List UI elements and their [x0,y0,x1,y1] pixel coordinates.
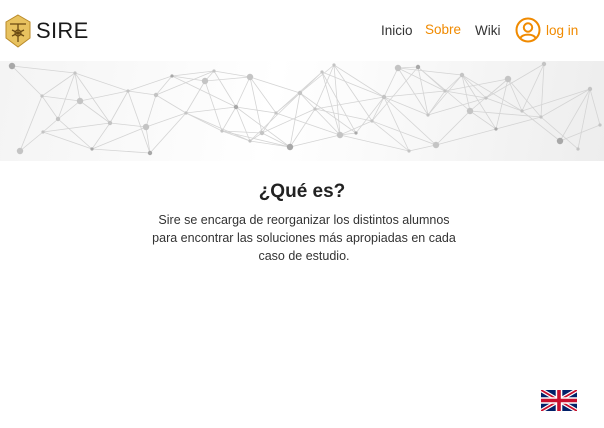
logo-home-link[interactable]: SIRE [4,14,89,48]
hero-banner [0,61,604,161]
login-button[interactable]: log in [515,17,578,43]
language-toggle[interactable] [541,390,577,411]
nav-sobre[interactable]: Sobre [425,22,461,37]
nav-wiki[interactable]: Wiki [475,23,501,38]
brand-name: SIRE [36,18,89,43]
uk-flag-icon [541,390,577,411]
about-description: Sire se encarga de reorganizar los disti… [152,213,456,263]
sire-logo-icon [5,14,31,48]
login-label: log in [546,22,579,38]
site-header: SIRE Inicio Sobre Wiki log in [0,0,604,62]
nav-inicio[interactable]: Inicio [381,23,413,38]
user-circle-icon [515,17,541,43]
about-title: ¿Qué es? [258,181,346,202]
network-graph-pattern [8,61,602,156]
